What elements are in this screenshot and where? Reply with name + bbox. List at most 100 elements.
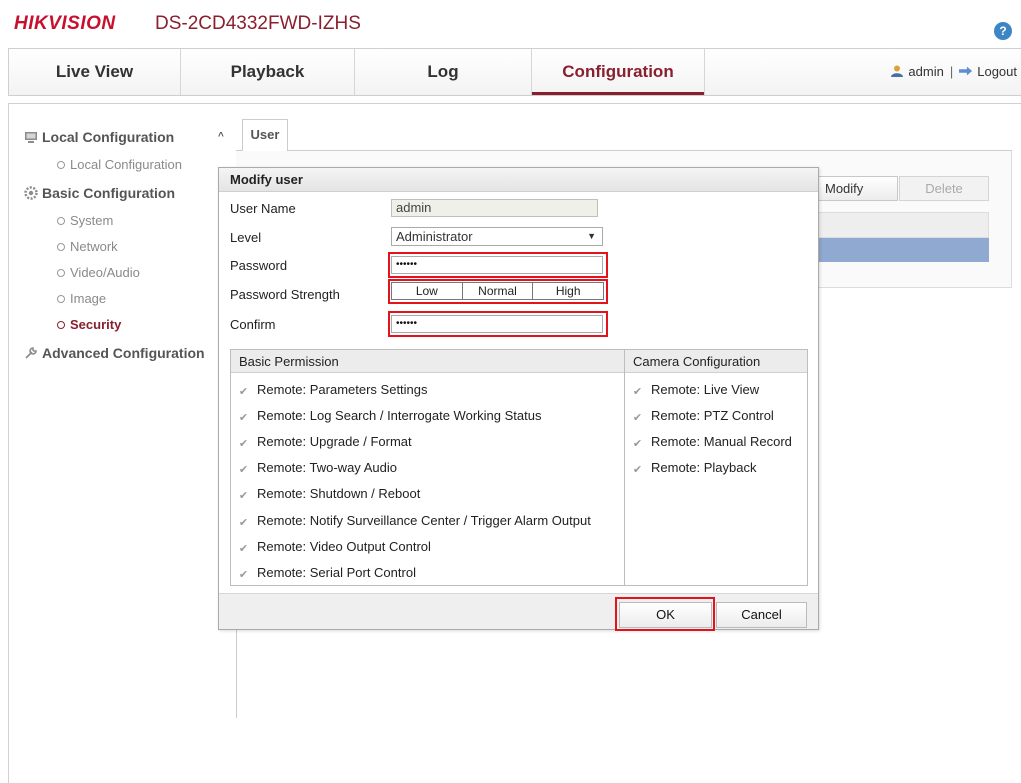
delete-button[interactable]: Delete (899, 176, 989, 201)
checkbox-checked-icon[interactable]: ✔ (238, 413, 249, 424)
sidebar-item-security[interactable]: Security (20, 312, 232, 338)
logout-link[interactable]: Logout (977, 64, 1017, 79)
permission-item[interactable]: ✔ Remote: Video Output Control (238, 539, 431, 555)
password-strength-label: Password Strength (230, 287, 340, 302)
tab-playback[interactable]: Playback (181, 49, 355, 95)
user-box: admin | Logout (890, 49, 1017, 95)
sidebar-section-local-configuration[interactable]: Local Configuration ^ (20, 122, 232, 152)
checkbox-checked-icon[interactable]: ✔ (238, 518, 249, 529)
checkbox-checked-icon[interactable]: ✔ (632, 413, 643, 424)
table-row[interactable] (818, 238, 989, 262)
permission-item[interactable]: ✔ Remote: Serial Port Control (238, 565, 416, 581)
bullet-icon (57, 269, 65, 277)
permission-label: Remote: Live View (651, 382, 760, 397)
sidebar-item-local-configuration[interactable]: Local Configuration (20, 152, 232, 178)
permission-label: Remote: Serial Port Control (257, 565, 416, 580)
sidebar-item-network[interactable]: Network (20, 234, 232, 260)
sidebar-item-video-audio[interactable]: Video/Audio (20, 260, 232, 286)
brand-logo: HIKVISION (14, 13, 116, 34)
camera-permission-item[interactable]: ✔ Remote: PTZ Control (632, 408, 774, 424)
permission-label: Remote: Parameters Settings (257, 382, 428, 397)
checkbox-checked-icon[interactable]: ✔ (238, 491, 249, 502)
sidebar-section-label: Local Configuration (42, 129, 175, 145)
bullet-icon (57, 243, 65, 251)
modify-user-dialog: Modify user User Name admin Level Admini… (218, 167, 819, 631)
tab-live-view[interactable]: Live View (9, 49, 181, 95)
bullet-icon (57, 321, 65, 329)
permission-label: Remote: Log Search / Interrogate Working… (257, 408, 542, 423)
ok-highlight (615, 597, 715, 631)
checkbox-checked-icon[interactable]: ✔ (238, 387, 249, 398)
active-tab-underline (532, 92, 704, 95)
camera-permission-item[interactable]: ✔ Remote: Live View (632, 382, 759, 398)
gear-icon (24, 186, 38, 200)
tab-log[interactable]: Log (355, 49, 531, 95)
sidebar-item-label: Local Configuration (70, 157, 183, 172)
current-user[interactable]: admin (908, 64, 943, 79)
sidebar-item-system[interactable]: System (20, 208, 232, 234)
sidebar-section-basic-configuration[interactable]: Basic Configuration (20, 178, 232, 208)
permission-item[interactable]: ✔ Remote: Upgrade / Format (238, 434, 412, 450)
sidebar: Local Configuration ^ Local Configuratio… (20, 122, 232, 368)
sidebar-item-image[interactable]: Image (20, 286, 232, 312)
permission-item[interactable]: ✔ Remote: Parameters Settings (238, 382, 428, 398)
user-icon (891, 65, 904, 77)
username-field: admin (391, 199, 598, 217)
checkbox-checked-icon[interactable]: ✔ (238, 465, 249, 476)
permission-item[interactable]: ✔ Remote: Log Search / Interrogate Workin… (238, 408, 542, 424)
level-label: Level (230, 230, 262, 245)
checkbox-checked-icon[interactable]: ✔ (632, 387, 643, 398)
sidebar-item-label: Image (70, 291, 107, 306)
sidebar-item-label: System (70, 213, 114, 228)
monitor-icon (25, 132, 37, 143)
dropdown-arrow-icon: ▼ (587, 231, 596, 241)
checkbox-checked-icon[interactable]: ✔ (632, 439, 643, 450)
dialog-title: Modify user (219, 168, 818, 192)
checkbox-checked-icon[interactable]: ✔ (238, 544, 249, 555)
level-value: Administrator (396, 229, 473, 244)
nav-separator: | (949, 64, 954, 79)
permission-label: Remote: Shutdown / Reboot (257, 486, 421, 501)
permission-label: Remote: Video Output Control (257, 539, 431, 554)
permission-table: Basic Permission Camera Configuration ✔ R… (230, 349, 808, 586)
chevron-up-icon[interactable]: ^ (218, 122, 224, 152)
sidebar-item-label: Video/Audio (70, 265, 140, 280)
camera-permission-item[interactable]: ✔ Remote: Playback (632, 460, 757, 476)
permission-label: Remote: Manual Record (651, 434, 792, 449)
permission-item[interactable]: ✔ Remote: Shutdown / Reboot (238, 486, 420, 502)
permission-label: Remote: Two-way Audio (257, 460, 397, 475)
tab-configuration[interactable]: Configuration (531, 49, 705, 95)
permission-label: Remote: Playback (651, 460, 757, 475)
sidebar-item-label: Network (70, 239, 118, 254)
cancel-button[interactable]: Cancel (716, 602, 807, 628)
checkbox-checked-icon[interactable]: ✔ (632, 465, 643, 476)
camera-configuration-header: Camera Configuration (633, 354, 761, 369)
modify-button[interactable]: Modify (818, 176, 898, 201)
confirm-label: Confirm (230, 317, 276, 332)
permission-label: Remote: Notify Surveillance Center / Tri… (257, 513, 591, 528)
camera-permission-item[interactable]: ✔ Remote: Manual Record (632, 434, 792, 450)
username-label: User Name (230, 201, 296, 216)
checkbox-checked-icon[interactable]: ✔ (238, 439, 249, 450)
logout-icon (959, 66, 973, 76)
permission-label: Remote: Upgrade / Format (257, 434, 412, 449)
basic-permission-header: Basic Permission (239, 354, 339, 369)
help-icon[interactable]: ? (994, 22, 1012, 40)
checkbox-checked-icon[interactable]: ✔ (238, 570, 249, 581)
permission-item[interactable]: ✔ Remote: Two-way Audio (238, 460, 397, 476)
permission-item[interactable]: ✔ Remote: Notify Surveillance Center / Tr… (238, 513, 591, 529)
password-label: Password (230, 258, 288, 273)
sidebar-section-advanced-configuration[interactable]: Advanced Configuration (20, 338, 232, 368)
permission-column-divider (624, 350, 625, 585)
sidebar-section-label: Advanced Configuration (42, 345, 205, 361)
user-table-header (818, 212, 989, 238)
bullet-icon (57, 217, 65, 225)
device-model: DS-2CD4332FWD-IZHS (155, 13, 361, 34)
sidebar-section-label: Basic Configuration (42, 185, 176, 201)
permission-table-header: Basic Permission Camera Configuration (231, 350, 807, 373)
tab-user[interactable]: User (242, 119, 288, 151)
sidebar-item-label: Security (70, 317, 122, 332)
tab-configuration-label: Configuration (562, 62, 674, 81)
strength-highlight (388, 279, 608, 304)
level-select[interactable]: Administrator ▼ (391, 227, 603, 246)
